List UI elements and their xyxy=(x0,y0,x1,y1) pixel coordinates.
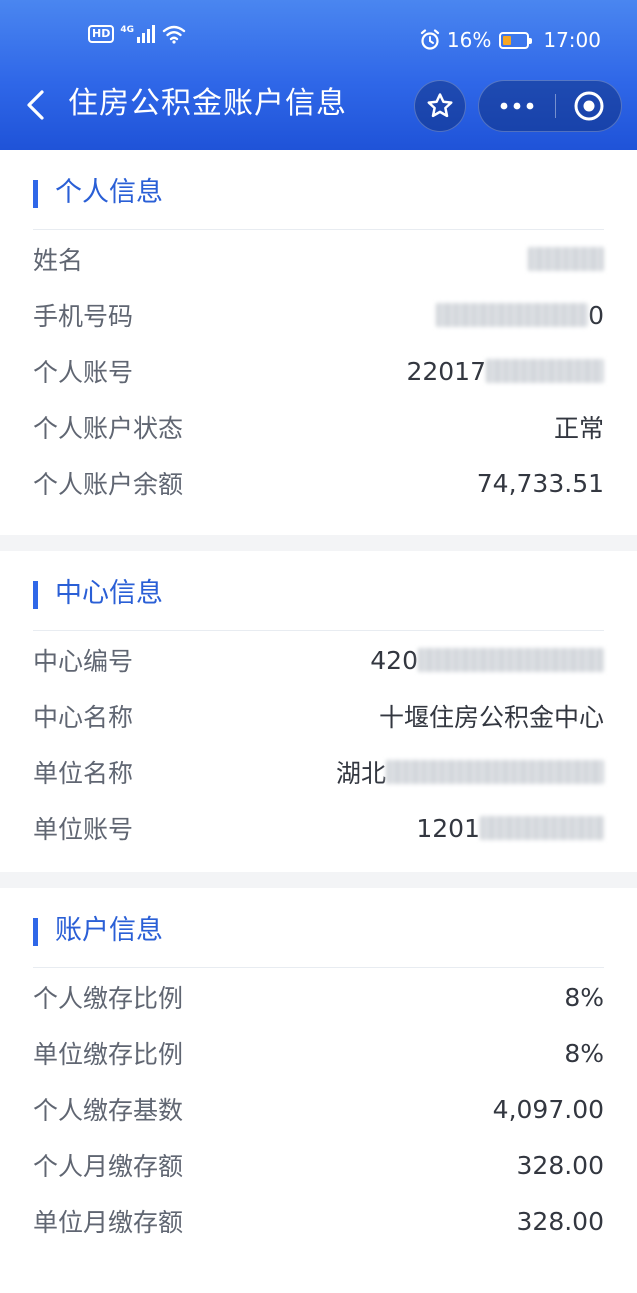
row-label: 个人账号 xyxy=(33,358,134,387)
close-button[interactable] xyxy=(556,81,622,131)
more-button[interactable] xyxy=(479,81,555,131)
info-row-phone: 手机号码 0 xyxy=(33,287,604,343)
section-header: 个人信息 xyxy=(33,150,604,230)
row-value: 22017 xyxy=(406,357,604,386)
clock: 17:00 xyxy=(543,28,601,52)
row-label: 姓名 xyxy=(33,246,84,275)
row-value: 420 xyxy=(370,646,604,675)
section-marker xyxy=(33,918,38,946)
row-value: 正常 xyxy=(553,414,604,443)
redacted-value xyxy=(436,303,589,327)
status-right: 16% 17:00 xyxy=(419,24,601,56)
more-dots-icon xyxy=(500,102,534,110)
info-row-contribution-base: 个人缴存基数 4,097.00 xyxy=(33,1081,604,1137)
personal-info-section: 个人信息 姓名 手机号码 0 个人账号 22017 个人账户状态 正常 个人账户… xyxy=(0,150,637,535)
section-title: 个人信息 xyxy=(55,177,163,208)
info-row-center-name: 中心名称 十堰住房公积金中心 xyxy=(33,688,604,744)
row-label: 个人账户余额 xyxy=(33,470,184,499)
row-value: 8% xyxy=(564,982,604,1012)
star-icon xyxy=(427,93,453,118)
row-value: 4,097.00 xyxy=(492,1094,604,1124)
hd-badge: HD xyxy=(88,25,115,43)
info-row-personal-account: 个人账号 22017 xyxy=(33,343,604,399)
redacted-value xyxy=(418,648,604,672)
mini-program-capsule xyxy=(478,80,622,132)
section-marker xyxy=(33,180,38,208)
back-button[interactable] xyxy=(20,90,50,120)
battery-level xyxy=(503,35,512,45)
row-value: 328.00 xyxy=(516,1150,604,1180)
signal-bars-icon xyxy=(137,25,155,43)
section-title: 中心信息 xyxy=(55,578,163,609)
row-value xyxy=(528,247,604,271)
account-info-section: 账户信息 个人缴存比例 8% 单位缴存比例 8% 个人缴存基数 4,097.00… xyxy=(0,888,637,1279)
section-header: 中心信息 xyxy=(33,551,604,631)
info-row-center-code: 中心编号 420 xyxy=(33,632,604,688)
row-label: 中心名称 xyxy=(33,703,134,732)
info-row-personal-rate: 个人缴存比例 8% xyxy=(33,969,604,1025)
info-row-employer-account: 单位账号 1201 xyxy=(33,800,604,856)
alarm-icon xyxy=(420,29,440,50)
battery-icon xyxy=(499,31,533,49)
row-label: 个人月缴存额 xyxy=(33,1152,184,1181)
app-page: HD 4G 16% 17:00 住房公积金账户信息 个人信息 姓名 手机号码 0… xyxy=(0,0,637,1293)
row-label: 中心编号 xyxy=(33,647,134,676)
nav-bar: 住房公积金账户信息 xyxy=(0,70,637,140)
row-value: 328.00 xyxy=(516,1206,604,1236)
info-row-employer-rate: 单位缴存比例 8% xyxy=(33,1025,604,1081)
network-type: 4G xyxy=(120,25,134,35)
section-title: 账户信息 xyxy=(55,915,163,946)
status-left: HD 4G xyxy=(88,24,186,44)
header: HD 4G 16% 17:00 住房公积金账户信息 xyxy=(0,0,637,150)
section-marker xyxy=(33,581,38,609)
row-label: 个人缴存基数 xyxy=(33,1096,184,1125)
row-label: 手机号码 xyxy=(33,302,134,331)
chevron-left-icon xyxy=(27,90,44,120)
section-gap xyxy=(0,872,637,888)
info-row-account-balance: 个人账户余额 74,733.51 xyxy=(33,455,604,511)
row-value: 1201 xyxy=(416,814,604,843)
row-label: 单位缴存比例 xyxy=(33,1040,184,1069)
row-label: 单位名称 xyxy=(33,759,134,788)
value-text: 420 xyxy=(370,645,418,675)
row-label: 单位账号 xyxy=(33,815,134,844)
favorite-button[interactable] xyxy=(414,80,466,132)
redacted-value xyxy=(386,760,604,784)
status-bar: HD 4G 16% 17:00 xyxy=(0,22,637,58)
row-value: 8% xyxy=(564,1038,604,1068)
row-label: 单位月缴存额 xyxy=(33,1208,184,1237)
redacted-value xyxy=(528,247,604,271)
info-row-employer-name: 单位名称 湖北 xyxy=(33,744,604,800)
info-row-name: 姓名 xyxy=(33,231,604,287)
target-circle-icon xyxy=(574,91,604,121)
row-value: 湖北 xyxy=(336,754,604,790)
row-value: 十堰住房公积金中心 xyxy=(378,703,604,732)
row-label: 个人缴存比例 xyxy=(33,984,184,1013)
value-text: 1201 xyxy=(416,813,480,843)
info-row-personal-monthly: 个人月缴存额 328.00 xyxy=(33,1137,604,1193)
signal-icon: 4G xyxy=(120,25,156,43)
value-text: 0 xyxy=(588,300,604,330)
row-value: 74,733.51 xyxy=(476,468,604,498)
row-value: 0 xyxy=(436,301,604,330)
wifi-icon xyxy=(162,25,186,44)
value-text: 湖北 xyxy=(335,759,386,788)
center-info-section: 中心信息 中心编号 420 中心名称 十堰住房公积金中心 单位名称 湖北 单位账… xyxy=(0,551,637,872)
value-text: 22017 xyxy=(406,356,486,386)
page-title: 住房公积金账户信息 xyxy=(68,86,347,121)
redacted-value xyxy=(486,359,604,383)
section-gap xyxy=(0,535,637,551)
content[interactable]: 个人信息 姓名 手机号码 0 个人账号 22017 个人账户状态 正常 个人账户… xyxy=(0,150,637,1279)
info-row-account-status: 个人账户状态 正常 xyxy=(33,399,604,455)
redacted-value xyxy=(480,816,604,840)
battery-percent: 16% xyxy=(446,28,492,52)
row-label: 个人账户状态 xyxy=(33,414,184,443)
info-row-employer-monthly: 单位月缴存额 328.00 xyxy=(33,1193,604,1249)
section-header: 账户信息 xyxy=(33,888,604,968)
